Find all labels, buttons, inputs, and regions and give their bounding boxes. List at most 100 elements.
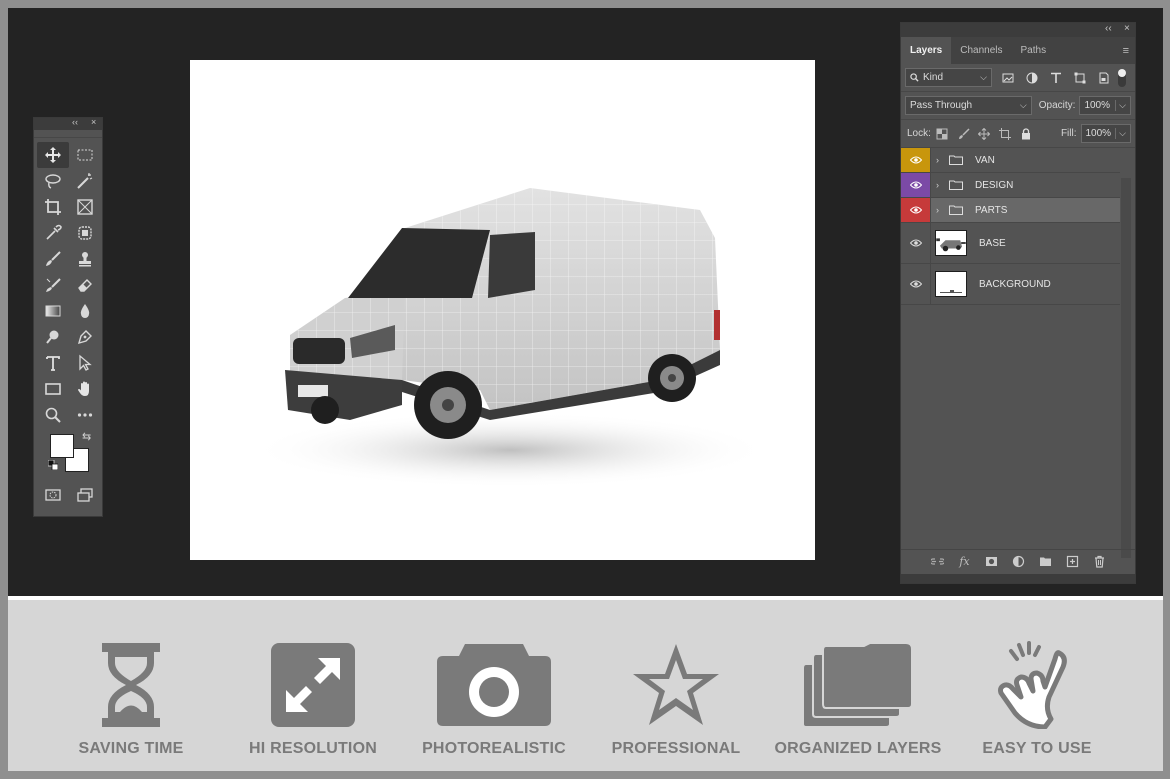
delete-layer-icon[interactable] xyxy=(1086,555,1113,568)
shape-tool[interactable] xyxy=(37,376,69,402)
feature-photorealistic: PHOTOREALISTIC xyxy=(409,640,579,758)
hand-icon xyxy=(78,381,89,396)
layer-row-van[interactable]: › VAN xyxy=(901,148,1120,173)
adjustment-filter-icon[interactable] xyxy=(1020,72,1044,84)
lock-label: Lock: xyxy=(907,128,931,139)
eye-icon xyxy=(909,206,922,214)
opacity-input[interactable]: 100% ⌵ xyxy=(1079,96,1131,115)
layers-panel: ‹‹ × Layers Channels Paths ≡ Kind ⌵ Pass… xyxy=(900,22,1136,584)
lock-position-icon[interactable] xyxy=(973,127,994,140)
layer-visibility-toggle[interactable] xyxy=(901,264,931,304)
add-mask-icon[interactable] xyxy=(978,555,1005,568)
eraser-tool[interactable] xyxy=(69,272,101,298)
eye-icon xyxy=(909,239,922,247)
shape-filter-icon[interactable] xyxy=(1068,72,1092,84)
chevron-right-icon[interactable]: › xyxy=(936,180,945,190)
tab-channels[interactable]: Channels xyxy=(951,37,1011,64)
panel-menu-icon[interactable]: ≡ xyxy=(1123,45,1129,57)
feature-label: ORGANIZED LAYERS xyxy=(774,740,942,757)
magic-wand-tool[interactable] xyxy=(69,168,101,194)
smart-object-filter-icon[interactable] xyxy=(1092,72,1116,84)
hourglass-icon xyxy=(102,643,160,727)
screen-mode-tool[interactable] xyxy=(69,482,101,508)
lock-artboard-icon[interactable] xyxy=(995,127,1016,140)
zoom-tool[interactable] xyxy=(37,402,69,428)
new-layer-icon[interactable] xyxy=(1059,555,1086,568)
eyedropper-tool[interactable] xyxy=(37,220,69,246)
crop-tool[interactable] xyxy=(37,194,69,220)
default-colors-icon[interactable] xyxy=(48,460,58,470)
path-select-tool[interactable] xyxy=(69,350,101,376)
layer-style-icon[interactable]: fx xyxy=(951,555,978,568)
type-filter-icon[interactable] xyxy=(1044,72,1068,84)
layer-row-background[interactable]: BACKGROUND xyxy=(901,264,1120,305)
layer-name: DESIGN xyxy=(975,179,1014,191)
blur-tool[interactable] xyxy=(69,298,101,324)
eye-icon xyxy=(909,280,922,288)
brush-tool[interactable] xyxy=(37,246,69,272)
lock-all-icon[interactable] xyxy=(1016,127,1037,140)
marquee-tool[interactable] xyxy=(69,142,101,168)
more-tools[interactable] xyxy=(69,402,101,428)
tab-layers[interactable]: Layers xyxy=(901,37,952,64)
feature-label: PROFESSIONAL xyxy=(611,740,741,757)
link-layers-icon[interactable] xyxy=(924,555,951,568)
panel-grip[interactable] xyxy=(901,574,1135,583)
swap-colors-icon[interactable]: ⇆ xyxy=(82,430,91,443)
eyedropper-icon xyxy=(46,224,62,240)
lock-transparent-icon[interactable] xyxy=(931,128,954,140)
layer-row-parts[interactable]: › PARTS xyxy=(901,198,1120,223)
history-brush-tool[interactable] xyxy=(37,272,69,298)
layers-scrollbar[interactable] xyxy=(1121,178,1131,558)
collapse-panel-button[interactable]: ‹‹ xyxy=(72,117,78,127)
expand-arrows-icon xyxy=(271,643,355,727)
close-panel-button[interactable]: × xyxy=(91,117,96,127)
layer-visibility-toggle[interactable] xyxy=(901,148,931,172)
pixel-filter-icon[interactable] xyxy=(996,72,1020,84)
ellipsis-icon xyxy=(77,413,93,417)
lasso-tool[interactable] xyxy=(37,168,69,194)
frame-tool[interactable] xyxy=(69,194,101,220)
feature-organized-layers: ORGANIZED LAYERS xyxy=(773,640,943,758)
zoom-icon xyxy=(45,407,61,423)
close-panel-button[interactable]: × xyxy=(1124,23,1130,34)
chevron-right-icon[interactable]: › xyxy=(936,155,945,165)
blend-mode-select[interactable]: Pass Through ⌵ xyxy=(905,96,1032,115)
document-canvas[interactable] xyxy=(190,60,815,560)
folder-icon xyxy=(949,205,963,215)
hand-tool[interactable] xyxy=(69,376,101,402)
collapse-panel-button[interactable]: ‹‹ xyxy=(1105,23,1112,34)
tab-paths[interactable]: Paths xyxy=(1012,37,1056,64)
panel-tabs: Layers Channels Paths ≡ xyxy=(901,37,1135,64)
stamp-tool[interactable] xyxy=(69,246,101,272)
layer-visibility-toggle[interactable] xyxy=(901,173,931,197)
chevron-right-icon[interactable]: › xyxy=(936,205,945,215)
pen-tool[interactable] xyxy=(69,324,101,350)
fill-input[interactable]: 100% ⌵ xyxy=(1080,124,1131,143)
history-brush-icon xyxy=(46,278,61,292)
feature-easy-to-use: EASY TO USE xyxy=(952,640,1122,758)
healing-tool[interactable] xyxy=(69,220,101,246)
gradient-tool[interactable] xyxy=(37,298,69,324)
dodge-tool[interactable] xyxy=(37,324,69,350)
layer-visibility-toggle[interactable] xyxy=(901,223,931,263)
arrow-select-icon xyxy=(79,354,92,371)
chevron-down-icon: ⌵ xyxy=(980,72,987,82)
lock-pixels-icon[interactable] xyxy=(954,127,973,140)
layer-row-base[interactable]: BASE xyxy=(901,223,1120,264)
panel-grip[interactable] xyxy=(34,130,102,138)
move-tool[interactable] xyxy=(37,142,69,168)
type-tool[interactable] xyxy=(37,350,69,376)
layer-row-design[interactable]: › DESIGN xyxy=(901,173,1120,198)
foreground-color-swatch[interactable] xyxy=(50,434,74,458)
chevron-down-icon: ⌵ xyxy=(1115,100,1126,111)
feature-hi-resolution: HI RESOLUTION xyxy=(228,640,398,758)
new-group-icon[interactable] xyxy=(1032,555,1059,568)
pointing-hand-icon xyxy=(998,641,1067,729)
filter-toggle[interactable] xyxy=(1118,68,1126,87)
layer-visibility-toggle[interactable] xyxy=(901,198,931,222)
kind-filter-select[interactable]: Kind ⌵ xyxy=(905,68,992,87)
quick-mask-tool[interactable] xyxy=(37,482,69,508)
adjustment-layer-icon[interactable] xyxy=(1005,555,1032,568)
opacity-value: 100% xyxy=(1084,100,1111,111)
